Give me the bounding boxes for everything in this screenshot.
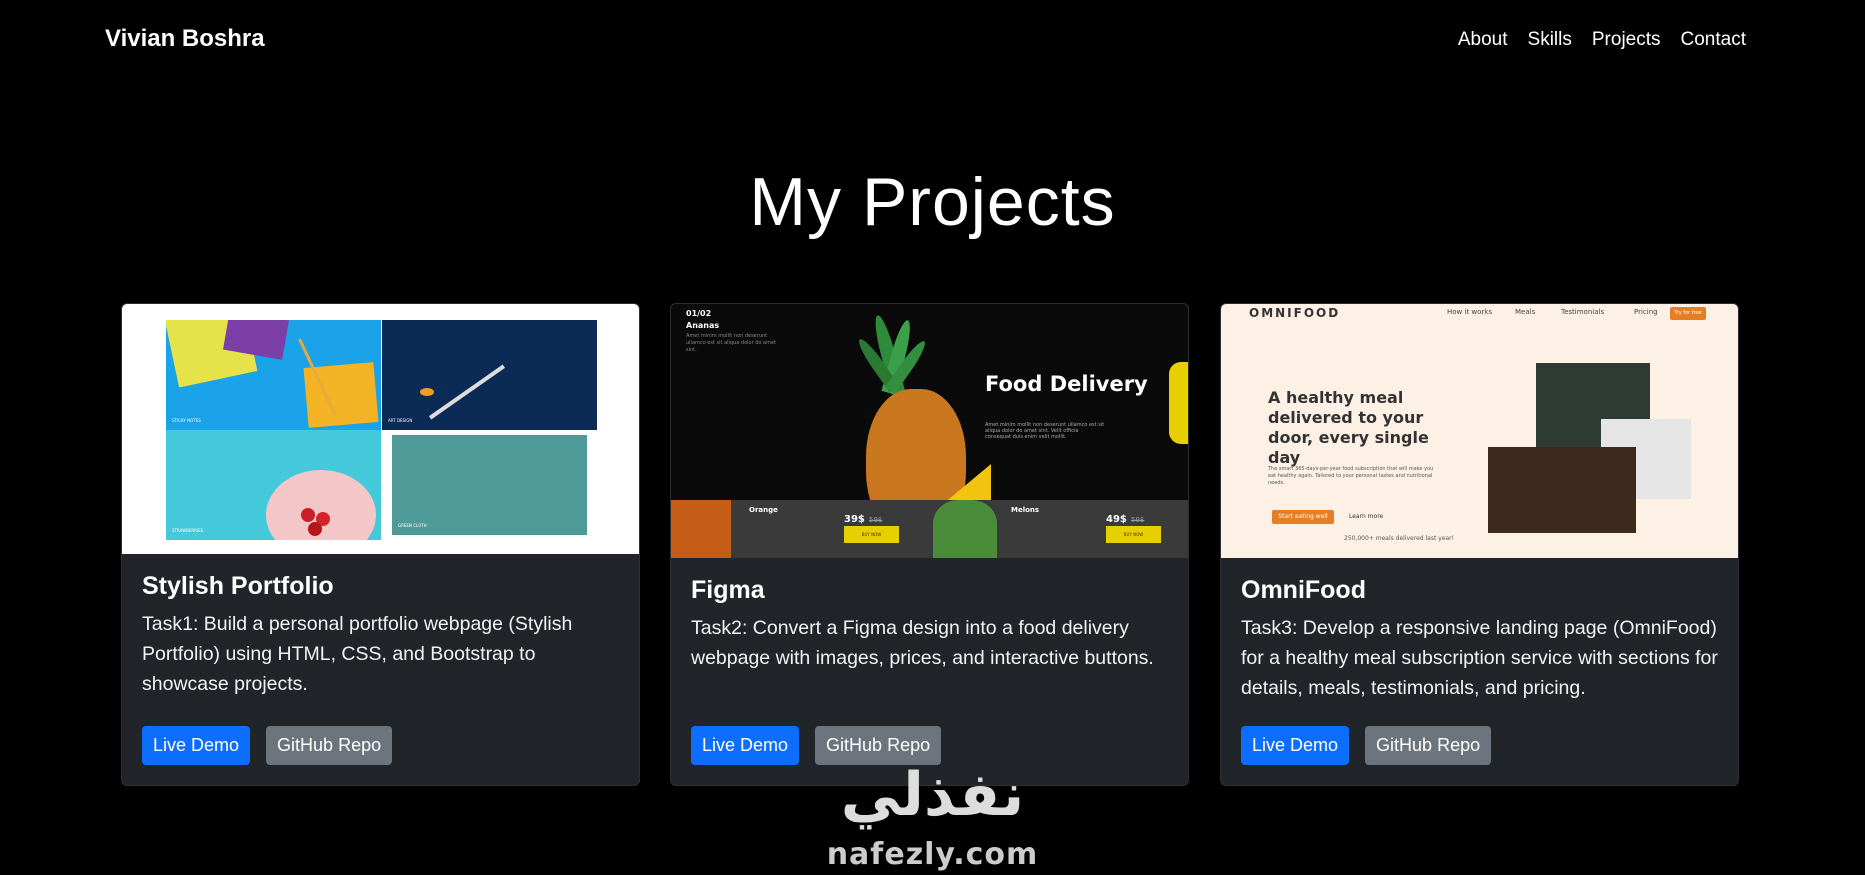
project-card-figma: 01/02 Ananas Amet minim mollit non deser…: [670, 303, 1189, 786]
orange-icon: [671, 500, 731, 558]
preview-tile-art-design: ART DESIGN: [382, 320, 597, 430]
preview-start-button: Start eating well: [1272, 510, 1334, 524]
product-price: 39$: [844, 514, 865, 525]
card-body: OmniFood Task3: Develop a responsive lan…: [1221, 558, 1738, 703]
project-card-stylish-portfolio: STICKY NOTES ART DESIGN STRAWBERRIES GRE…: [121, 303, 640, 786]
nav-link-skills[interactable]: Skills: [1528, 29, 1572, 51]
card-title: Figma: [691, 576, 765, 604]
preview-nav-item: Meals: [1515, 308, 1536, 316]
product-name: Melons: [1011, 506, 1040, 514]
watermark-arabic: نفذلي: [840, 760, 1025, 830]
preview-tile-sticky-notes: STICKY NOTES: [166, 320, 381, 430]
preview-nav-item: Pricing: [1634, 308, 1658, 316]
slider-handle: [1169, 362, 1188, 444]
hero-title: Food Delivery: [985, 372, 1148, 396]
melon-icon: [933, 500, 997, 558]
product-old-price: 59$: [869, 516, 883, 524]
project-preview-image: STICKY NOTES ART DESIGN STRAWBERRIES GRE…: [122, 304, 639, 554]
pineapple-leaves-icon: [851, 313, 931, 395]
product-old-price: 59$: [1131, 516, 1145, 524]
project-preview-image: OMNIFOOD How it works Meals Testimonials…: [1221, 304, 1738, 558]
nav-link-about[interactable]: About: [1458, 29, 1508, 51]
preview-nav-item: Testimonials: [1561, 308, 1605, 316]
product-name: Orange: [749, 506, 778, 514]
preview-caption: STRAWBERRIES: [172, 528, 204, 533]
card-body: Stylish Portfolio Task1: Build a persona…: [122, 554, 639, 699]
nav-link-projects[interactable]: Projects: [1592, 29, 1661, 51]
card-title: OmniFood: [1241, 576, 1366, 604]
preview-tile-green-cloth: GREEN CLOTH: [392, 435, 587, 535]
preview-caption: GREEN CLOTH: [398, 523, 427, 528]
card-description: Task2: Convert a Figma design into a foo…: [691, 617, 1154, 669]
hero-description: Amet minim mollit non deserunt ullamco e…: [985, 422, 1105, 440]
navbar: Vivian Boshra About Skills Projects Cont…: [0, 0, 1865, 82]
preview-cta: Try for free: [1670, 307, 1706, 320]
project-preview-image: 01/02 Ananas Amet minim mollit non deser…: [671, 304, 1188, 558]
card-description: Task3: Develop a responsive landing page…: [1241, 617, 1718, 699]
meal-photo-3: [1488, 447, 1636, 533]
fruit-name: Ananas: [686, 321, 720, 330]
preview-headline: A healthy meal delivered to your door, e…: [1268, 388, 1429, 467]
preview-caption: ART DESIGN: [388, 418, 413, 423]
preview-caption: STICKY NOTES: [172, 418, 201, 423]
card-body: Figma Task2: Convert a Figma design into…: [671, 558, 1188, 673]
nav-link-contact[interactable]: Contact: [1681, 29, 1746, 51]
card-description: Task1: Build a personal portfolio webpag…: [142, 613, 573, 695]
buy-button: BUY NOW: [844, 526, 899, 543]
brand-link[interactable]: Vivian Boshra: [105, 25, 265, 53]
slide-counter: 01/02: [686, 309, 712, 318]
product-strip: Orange 39$ 59$ BUY NOW Melons 49$ 59$ BU…: [671, 500, 1188, 558]
preview-meals-text: 250,000+ meals delivered last year!: [1344, 535, 1454, 542]
preview-learn-button: Learn more: [1349, 513, 1384, 520]
buy-button: BUY NOW: [1106, 526, 1161, 543]
section-title: My Projects: [749, 164, 1116, 240]
nav-links: About Skills Projects Contact: [1458, 29, 1746, 51]
preview-tile-strawberries: STRAWBERRIES: [166, 430, 381, 540]
preview-subtext: The smart 365-days-per-year food subscri…: [1268, 466, 1434, 486]
fruit-description: Amet minim mollit non deserunt ullamco e…: [686, 333, 777, 353]
omnifood-logo: OMNIFOOD: [1249, 306, 1341, 320]
product-price: 49$: [1106, 514, 1127, 525]
preview-nav-item: How it works: [1447, 308, 1492, 316]
project-card-omnifood: OMNIFOOD How it works Meals Testimonials…: [1220, 303, 1739, 786]
card-title: Stylish Portfolio: [142, 572, 334, 600]
watermark-text: nafezly.com: [826, 837, 1039, 872]
